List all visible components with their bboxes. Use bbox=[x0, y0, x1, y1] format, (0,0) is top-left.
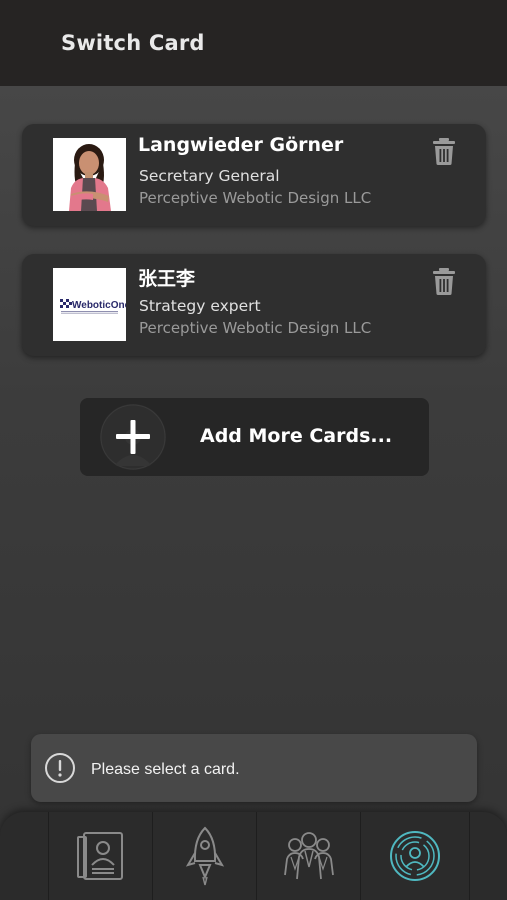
card-item[interactable]: Langwieder Görner Secretary General Perc… bbox=[22, 124, 486, 226]
contact-card-icon bbox=[76, 832, 123, 880]
profile-circle-icon bbox=[390, 831, 440, 881]
add-more-cards-label: Add More Cards... bbox=[200, 425, 393, 447]
company-logo-icon: WeboticOne bbox=[53, 268, 126, 341]
card-item[interactable]: WeboticOne 张王李 Strategy expert Perceptiv… bbox=[22, 254, 486, 356]
add-more-cards-button[interactable]: Add More Cards... bbox=[80, 398, 429, 476]
add-circle bbox=[100, 404, 166, 470]
card-name: 张王李 bbox=[138, 268, 196, 290]
nav-item-launch[interactable] bbox=[152, 812, 256, 900]
card-photo bbox=[53, 138, 126, 211]
logo-text: WeboticOne bbox=[72, 300, 126, 311]
delete-card-button[interactable] bbox=[430, 266, 458, 296]
person-photo-icon bbox=[53, 138, 126, 211]
card-role: Secretary General bbox=[139, 167, 280, 185]
toast-message: Please select a card. bbox=[31, 734, 477, 802]
bottom-nav bbox=[0, 812, 507, 900]
app-header: Switch Card bbox=[0, 0, 507, 86]
card-company: Perceptive Webotic Design LLC bbox=[139, 189, 372, 207]
trash-icon bbox=[433, 138, 455, 165]
card-logo: WeboticOne bbox=[53, 268, 126, 341]
team-icon bbox=[283, 832, 334, 880]
plus-icon bbox=[100, 404, 166, 470]
delete-card-button[interactable] bbox=[430, 136, 458, 166]
nav-item-team[interactable] bbox=[256, 812, 360, 900]
nav-item-profile[interactable] bbox=[360, 812, 470, 900]
card-name: Langwieder Görner bbox=[138, 134, 344, 156]
info-icon bbox=[45, 753, 75, 783]
trash-icon bbox=[433, 268, 455, 295]
toast-text: Please select a card. bbox=[91, 761, 240, 778]
nav-item-cards[interactable] bbox=[48, 812, 152, 900]
card-role: Strategy expert bbox=[139, 297, 261, 315]
rocket-icon bbox=[185, 826, 224, 886]
page-title: Switch Card bbox=[61, 31, 205, 55]
card-company: Perceptive Webotic Design LLC bbox=[139, 319, 372, 337]
